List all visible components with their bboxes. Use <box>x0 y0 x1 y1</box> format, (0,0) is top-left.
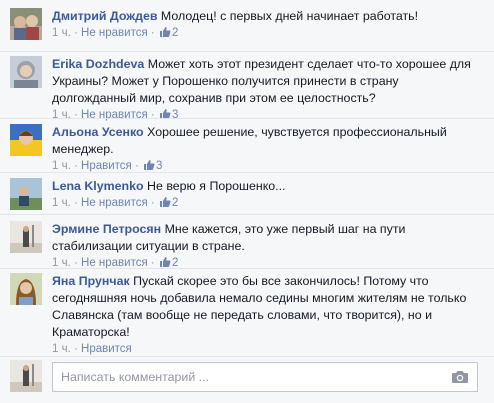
profile-photo-icon <box>10 56 42 88</box>
comment-body: Яна Прунчак Пускай скорее это бы все зак… <box>52 273 486 357</box>
divider <box>0 51 494 52</box>
meta-separator: · <box>70 27 82 39</box>
comment-text: Не верю я Порошенко... <box>147 179 286 193</box>
profile-photo-icon <box>10 124 42 156</box>
like-toggle-link[interactable]: Не нравится <box>81 27 148 39</box>
like-toggle-link[interactable]: Нравится <box>81 343 132 355</box>
thumbs-up-icon <box>159 27 171 37</box>
like-count: 3 <box>156 160 163 172</box>
like-count: 2 <box>171 197 179 209</box>
comment-body: Дмитрий Дождев Молодец! с первых дней на… <box>52 8 486 41</box>
comment-composer <box>0 356 494 403</box>
profile-photo-icon <box>10 8 42 40</box>
like-count-button[interactable]: 3 <box>142 160 162 172</box>
comment-timestamp[interactable]: 1 ч. <box>52 343 71 355</box>
avatar[interactable] <box>10 56 42 88</box>
comment-timestamp[interactable]: 1 ч. <box>52 160 71 172</box>
meta-separator: · <box>70 160 82 172</box>
comment-author-link[interactable]: Эрмине Петросян <box>52 222 161 236</box>
like-count-button[interactable]: 3 <box>158 109 178 121</box>
profile-photo-icon <box>10 221 42 253</box>
profile-photo-icon <box>10 178 42 210</box>
comment-author-link[interactable]: Яна Прунчак <box>52 274 130 288</box>
avatar[interactable] <box>10 8 42 40</box>
comment-body: Lena Klymenko Не верю я Порошенко... 1 ч… <box>52 178 486 211</box>
avatar[interactable] <box>10 124 42 156</box>
thumbs-up-icon <box>144 160 155 170</box>
comment-meta: 1 ч. · Нравится <box>52 342 486 357</box>
meta-separator: · <box>70 197 82 209</box>
like-count-button[interactable]: 2 <box>158 27 178 39</box>
comment-author-link[interactable]: Альона Усенко <box>52 125 144 139</box>
comment-meta: 1 ч. · Не нравится · 2 <box>52 26 486 41</box>
meta-separator: · <box>147 109 158 121</box>
avatar[interactable] <box>10 221 42 253</box>
comment-text: Молодец! с первых дней начинает работать… <box>160 9 419 23</box>
avatar[interactable] <box>10 178 42 210</box>
divider <box>0 214 494 215</box>
divider <box>0 172 494 173</box>
comment-timestamp[interactable]: 1 ч. <box>52 109 71 121</box>
comment-meta: 1 ч. · Не нравится · 3 <box>52 108 486 123</box>
like-count-button[interactable]: 2 <box>158 197 178 209</box>
comment-timestamp[interactable]: 1 ч. <box>52 27 71 39</box>
divider <box>0 118 494 119</box>
meta-separator: · <box>147 27 158 39</box>
like-toggle-link[interactable]: Не нравится <box>81 109 148 121</box>
like-toggle-link[interactable]: Нравится <box>81 160 132 172</box>
avatar[interactable] <box>10 273 42 305</box>
comment-author-link[interactable]: Erika Dozhdeva <box>52 57 144 71</box>
like-count: 3 <box>171 109 179 121</box>
comment-body: Erika Dozhdeva Может хоть этот президент… <box>52 56 486 123</box>
thumbs-up-icon <box>159 197 171 207</box>
comment-author-link[interactable]: Lena Klymenko <box>52 179 144 193</box>
like-toggle-link[interactable]: Не нравится <box>81 197 148 209</box>
meta-separator: · <box>147 197 158 209</box>
comment-body: Альона Усенко Хорошее решение, чувствует… <box>52 124 486 174</box>
camera-icon[interactable] <box>451 370 469 384</box>
divider <box>0 268 494 269</box>
comment-input-box[interactable] <box>52 362 478 392</box>
comment-input[interactable] <box>53 363 459 391</box>
comment-meta: 1 ч. · Не нравится · 2 <box>52 196 486 211</box>
meta-separator: · <box>131 160 142 172</box>
comment-body: Эрмине Петросян Мне кажется, это уже пер… <box>52 221 486 271</box>
comment-author-link[interactable]: Дмитрий Дождев <box>52 9 157 23</box>
comment-timestamp[interactable]: 1 ч. <box>52 197 71 209</box>
current-user-avatar[interactable] <box>10 360 42 392</box>
profile-photo-icon <box>10 273 42 305</box>
thumbs-up-icon <box>159 257 171 267</box>
meta-separator: · <box>70 343 82 355</box>
like-count: 2 <box>171 27 179 39</box>
profile-photo-icon <box>10 360 42 392</box>
meta-separator: · <box>70 109 82 121</box>
